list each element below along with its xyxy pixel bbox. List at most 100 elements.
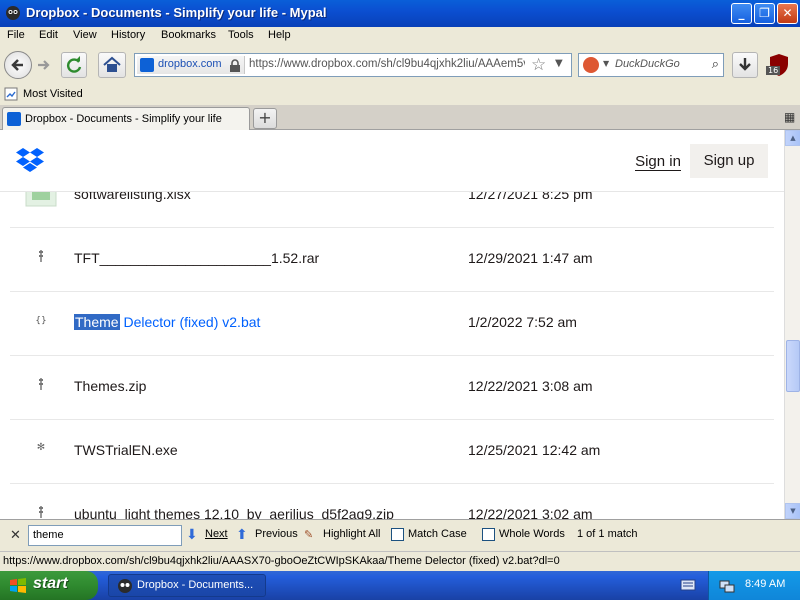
- url-text[interactable]: https://www.dropbox.com/sh/cl9bu4qjxhk2l…: [249, 58, 525, 70]
- back-arrow-icon: [11, 59, 23, 71]
- file-name-rest: Delector (fixed) v2.bat: [119, 314, 261, 330]
- windows-taskbar: start Dropbox - Documents... 8:49 AM: [0, 571, 800, 600]
- home-button[interactable]: [98, 52, 126, 78]
- home-icon: [103, 56, 121, 72]
- file-name[interactable]: TWSTrialEN.exe: [74, 442, 178, 458]
- scrollbar-thumb[interactable]: [786, 340, 800, 392]
- tab-bar: Dropbox - Documents - Simplify your life…: [0, 105, 800, 131]
- back-button[interactable]: [4, 51, 32, 79]
- file-row[interactable]: ubuntu_light themes 12.10_by_aerilius_d5…: [10, 484, 774, 519]
- scroll-down-icon[interactable]: ▼: [785, 503, 800, 519]
- bookmarks-toolbar: Most Visited: [0, 84, 800, 105]
- mypal-app-icon: [6, 6, 20, 20]
- file-date: 12/22/2021 3:08 am: [468, 378, 593, 394]
- match-case-label[interactable]: Match Case: [408, 528, 467, 540]
- file-row[interactable]: Themes.zip 12/22/2021 3:08 am: [10, 356, 774, 420]
- status-url: https://www.dropbox.com/sh/cl9bu4qjxhk2l…: [3, 555, 560, 567]
- site-domain: dropbox.com: [158, 58, 222, 70]
- file-name-link[interactable]: Theme Delector (fixed) v2.bat: [74, 314, 260, 330]
- find-bar: ✕ theme ⬇ Next ⬆ Previous ✎ Highlight Al…: [0, 519, 800, 551]
- tab-dropbox[interactable]: Dropbox - Documents - Simplify your life: [2, 107, 250, 131]
- navigation-toolbar: dropbox.com https://www.dropbox.com/sh/c…: [0, 46, 800, 84]
- keyboard-icon[interactable]: [680, 578, 696, 592]
- close-button[interactable]: ✕: [777, 3, 798, 24]
- file-row[interactable]: TFT______________________1.52.rar 12/29/…: [10, 228, 774, 292]
- mypal-taskbar-icon: [118, 579, 132, 593]
- scroll-up-icon[interactable]: ▲: [785, 130, 800, 146]
- bookmark-star-icon[interactable]: ☆: [531, 55, 546, 75]
- forward-button[interactable]: [34, 55, 54, 75]
- search-engine-dropdown-icon[interactable]: ▼: [603, 59, 609, 68]
- whole-words-label[interactable]: Whole Words: [499, 528, 565, 540]
- dropbox-logo-icon[interactable]: [16, 147, 44, 173]
- close-find-bar-icon[interactable]: ✕: [10, 528, 21, 543]
- reload-button[interactable]: [61, 52, 87, 78]
- dropbox-tab-icon: [7, 112, 21, 126]
- system-tray: 8:49 AM: [708, 571, 800, 600]
- vertical-scrollbar[interactable]: ▲ ▼: [784, 130, 800, 519]
- menu-bar: File Edit View History Bookmarks Tools H…: [0, 27, 800, 46]
- file-name[interactable]: TFT______________________1.52.rar: [74, 250, 319, 266]
- menu-tools[interactable]: Tools: [228, 29, 254, 41]
- tab-list-icon[interactable]: ▦: [784, 110, 795, 124]
- windows-flag-icon: [10, 578, 26, 593]
- file-date: 1/2/2022 7:52 am: [468, 314, 577, 330]
- minimize-button[interactable]: _: [731, 3, 752, 24]
- highlight-all-icon: ✎: [304, 529, 314, 541]
- url-dropdown-icon[interactable]: ▼: [555, 58, 563, 69]
- menu-history[interactable]: History: [111, 29, 145, 41]
- most-visited-icon: [4, 87, 18, 101]
- file-date: 12/22/2021 3:02 am: [468, 506, 593, 519]
- file-row[interactable]: ✻ TWSTrialEN.exe 12/25/2021 12:42 am: [10, 420, 774, 484]
- window-titlebar[interactable]: Dropbox - Documents - Simplify your life…: [0, 0, 800, 27]
- menu-help[interactable]: Help: [268, 29, 291, 41]
- dropbox-favicon-icon: [140, 58, 154, 72]
- site-identity[interactable]: dropbox.com: [137, 56, 245, 74]
- addon-badge: 16: [766, 66, 781, 75]
- addon-button[interactable]: 16: [766, 52, 792, 78]
- download-icon: [739, 58, 751, 71]
- find-previous-arrow-icon[interactable]: ⬆: [236, 527, 248, 543]
- file-row[interactable]: {} Theme Delector (fixed) v2.bat 1/2/202…: [10, 292, 774, 356]
- sign-in-label: Sign in: [635, 153, 681, 171]
- start-label: start: [33, 575, 68, 592]
- lock-icon: [230, 59, 240, 72]
- menu-view[interactable]: View: [73, 29, 97, 41]
- start-button[interactable]: start: [0, 571, 98, 600]
- clock[interactable]: 8:49 AM: [745, 578, 785, 590]
- address-bar[interactable]: dropbox.com https://www.dropbox.com/sh/c…: [134, 53, 572, 77]
- highlight-all-button[interactable]: Highlight All: [323, 528, 380, 540]
- tab-label: Dropbox - Documents - Simplify your life: [25, 113, 222, 125]
- find-next-button[interactable]: Next: [205, 528, 228, 540]
- downloads-button[interactable]: [732, 52, 758, 78]
- file-date: 12/25/2021 12:42 am: [468, 442, 601, 458]
- file-name[interactable]: ubuntu_light themes 12.10_by_aerilius_d5…: [74, 506, 394, 519]
- find-next-arrow-icon[interactable]: ⬇: [186, 527, 198, 543]
- search-placeholder: DuckDuckGo: [615, 58, 680, 70]
- code-icon: {}: [35, 316, 47, 326]
- archive-icon: [39, 250, 43, 262]
- find-previous-button[interactable]: Previous: [255, 528, 298, 540]
- whole-words-checkbox[interactable]: [482, 528, 495, 541]
- network-icon[interactable]: [719, 578, 735, 594]
- gear-icon: ✻: [36, 442, 46, 453]
- duckduckgo-icon[interactable]: [583, 57, 599, 73]
- page-content: Sign in Sign up softwarelisting.xlsx 12/…: [0, 130, 784, 519]
- taskbar-item-label: Dropbox - Documents...: [137, 579, 254, 591]
- taskbar-item-mypal[interactable]: Dropbox - Documents...: [108, 574, 266, 597]
- file-name[interactable]: Themes.zip: [74, 378, 146, 394]
- search-icon[interactable]: ⌕: [712, 57, 719, 72]
- menu-bookmarks[interactable]: Bookmarks: [161, 29, 216, 41]
- find-input[interactable]: theme: [28, 525, 182, 546]
- status-bar: https://www.dropbox.com/sh/cl9bu4qjxhk2l…: [0, 551, 800, 571]
- search-box[interactable]: ▼ DuckDuckGo ⌕: [578, 53, 724, 77]
- menu-file[interactable]: File: [7, 29, 25, 41]
- most-visited-bookmark[interactable]: Most Visited: [23, 88, 83, 100]
- window-title: Dropbox - Documents - Simplify your life…: [26, 5, 327, 20]
- sign-up-button[interactable]: Sign up: [690, 144, 768, 178]
- menu-edit[interactable]: Edit: [39, 29, 58, 41]
- maximize-button[interactable]: ❐: [754, 3, 775, 24]
- match-case-checkbox[interactable]: [391, 528, 404, 541]
- new-tab-button[interactable]: +: [253, 108, 277, 129]
- sign-in-button[interactable]: Sign in: [620, 146, 696, 178]
